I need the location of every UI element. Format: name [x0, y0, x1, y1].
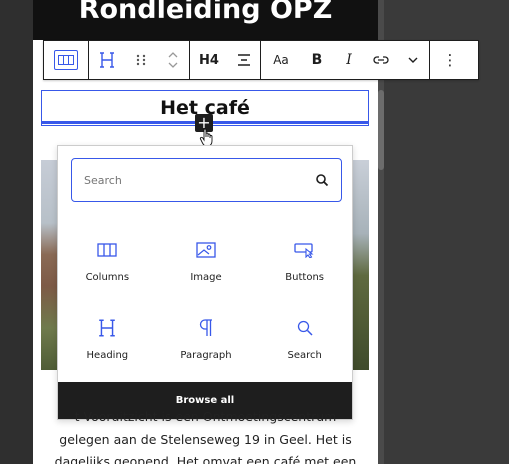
block-search-input[interactable] [84, 173, 315, 187]
block-option-paragraph[interactable]: Paragraph [157, 304, 256, 366]
block-label: Image [190, 272, 222, 283]
drag-handle-icon[interactable] [125, 41, 157, 79]
options-menu-button[interactable]: ⋮ [430, 41, 470, 79]
toolbar-format-group: Aa B I [261, 41, 430, 79]
text-size-button[interactable]: Aa [261, 41, 301, 79]
block-inserter-popover: Columns Image Buttons Heading Paragraph [57, 145, 353, 420]
block-toolbar: H4 Aa B I ⋮ [43, 40, 479, 80]
move-up-down-icon[interactable] [157, 41, 189, 79]
inserter-block-grid: Columns Image Buttons Heading Paragraph [58, 226, 354, 366]
toolbar-block-group [89, 41, 190, 79]
bold-button[interactable]: B [301, 41, 333, 79]
search-icon [291, 314, 319, 342]
heading-level-button[interactable]: H4 [190, 41, 228, 79]
italic-button[interactable]: I [333, 41, 365, 79]
inserter-search-box[interactable] [71, 158, 342, 202]
paragraph-icon [192, 314, 220, 342]
paragraph-line-1[interactable]: t Vooruitzicht is een Ontmoetingscentrum [33, 407, 378, 427]
toolbar-options-group: ⋮ [430, 41, 470, 79]
block-label: Heading [86, 350, 129, 361]
toolbar-parent-group [44, 41, 89, 79]
block-label: Search [287, 350, 322, 361]
page-hero-title: Rondleiding OPZ [33, 0, 378, 40]
link-icon[interactable] [365, 41, 397, 79]
columns-icon [93, 236, 121, 264]
block-label: Buttons [285, 272, 325, 283]
columns-icon [54, 50, 78, 70]
block-label: Paragraph [180, 350, 232, 361]
background-photo-left-edge [41, 160, 57, 370]
heading-icon [100, 52, 114, 68]
buttons-icon [291, 236, 319, 264]
paragraph-line-2[interactable]: gelegen aan de Stelenseweg 19 in Geel. H… [33, 430, 378, 450]
heading-block-type-button[interactable] [89, 41, 125, 79]
block-option-buttons[interactable]: Buttons [255, 226, 354, 288]
block-option-columns[interactable]: Columns [58, 226, 157, 288]
select-parent-columns-button[interactable] [44, 41, 88, 79]
image-icon [192, 236, 220, 264]
block-option-search[interactable]: Search [255, 304, 354, 366]
background-photo-right-edge [352, 160, 369, 370]
search-icon [316, 174, 329, 187]
block-label: Columns [85, 272, 130, 283]
toolbar-heading-group: H4 [190, 41, 261, 79]
block-option-image[interactable]: Image [157, 226, 256, 288]
align-icon[interactable] [228, 41, 260, 79]
block-option-heading[interactable]: Heading [58, 304, 157, 366]
editor-left-gutter [0, 0, 33, 464]
paragraph-line-3[interactable]: dagelijks geopend. Het omvat een café me… [33, 452, 378, 464]
chevron-down-icon[interactable] [397, 41, 429, 79]
heading-icon [93, 314, 121, 342]
